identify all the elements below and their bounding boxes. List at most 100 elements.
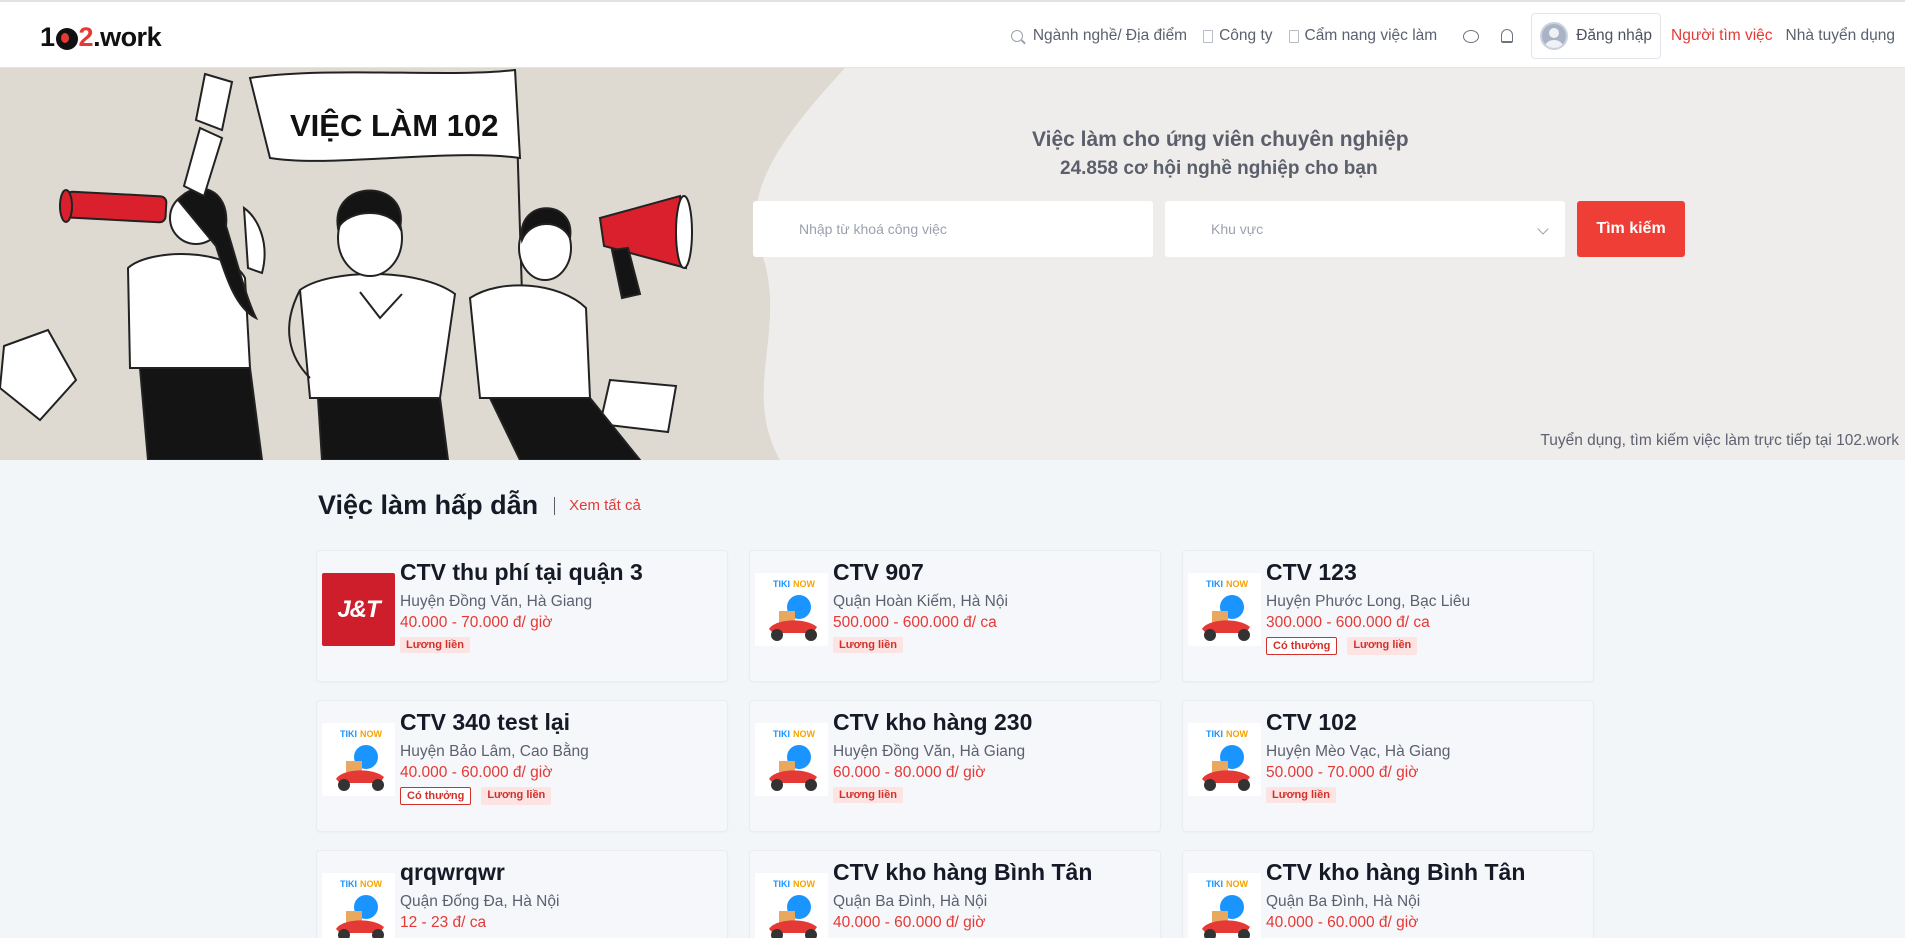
job-title[interactable]: CTV 340 test lại <box>400 709 570 736</box>
job-title[interactable]: CTV 102 <box>1266 709 1357 736</box>
job-tags: Lương liền <box>833 637 903 653</box>
svg-text:NOW: NOW <box>793 879 816 889</box>
tikinow-logo-icon: TIKI NOW <box>322 873 395 938</box>
job-card[interactable]: TIKI NOW qrqwrqwr Quận Đống Đa, Hà Nội 12 - … <box>316 850 728 938</box>
nav-handbook-label: Cẩm nang việc làm <box>1304 27 1438 44</box>
area-select-placeholder: Khu vực <box>1211 221 1264 237</box>
job-salary: 60.000 - 80.000 đ/ giờ <box>833 764 986 781</box>
job-title[interactable]: CTV kho hàng Bình Tân <box>833 859 1092 886</box>
svg-text:NOW: NOW <box>360 879 383 889</box>
tikinow-logo-icon: TIKI NOW <box>322 723 395 796</box>
job-salary: 12 - 23 đ/ ca <box>400 914 487 931</box>
document-icon <box>1288 29 1299 43</box>
hero-illustration: VIỆC LÀM 102 <box>0 68 845 460</box>
hero-subtitle: 24.858 cơ hội nghề nghiệp cho bạn <box>1060 158 1378 179</box>
job-location: Huyện Bảo Lâm, Cao Bằng <box>400 743 589 760</box>
svg-text:TIKI: TIKI <box>1206 879 1223 889</box>
job-salary: 40.000 - 70.000 đ/ giờ <box>400 614 553 631</box>
job-tags: Lương liền <box>1266 787 1336 803</box>
tikinow-logo-icon: TIKI NOW <box>1188 723 1261 796</box>
job-card[interactable]: TIKI NOW CTV kho hàng 230 Huyện Đồng Văn, H… <box>749 700 1161 832</box>
employer-label: Nhà tuyển dụng <box>1785 27 1895 44</box>
job-tag-badge: Lương liền <box>481 787 552 805</box>
job-title[interactable]: qrqwrqwr <box>400 859 505 886</box>
area-select[interactable]: Khu vực <box>1165 201 1565 257</box>
job-title[interactable]: CTV kho hàng Bình Tân <box>1266 859 1525 886</box>
job-location: Huyện Phước Long, Bạc Liêu <box>1266 593 1471 610</box>
avatar-icon <box>1540 22 1569 50</box>
job-tag-badge: Lương liền <box>400 637 470 653</box>
featured-jobs-header: Việc làm hấp dẫn Xem tất cả <box>318 490 641 521</box>
top-navbar: 1 2 .work Ngành nghề/ Địa điểm Công ty Cẩm… <box>0 0 1905 68</box>
nav-company[interactable]: Công ty <box>1203 27 1273 45</box>
job-card[interactable]: TIKI NOW CTV kho hàng Bình Tân Quận Ba Đình… <box>1182 850 1594 938</box>
job-tags: Có thưởng Lương liền <box>400 787 552 805</box>
job-title[interactable]: CTV 123 <box>1266 559 1357 586</box>
nav-employer[interactable]: Nhà tuyển dụng <box>1786 27 1895 45</box>
logo-face-icon <box>55 27 78 50</box>
job-card[interactable]: TIKI NOW CTV 340 test lại Huyện Bảo Lâm, Ca… <box>316 700 728 832</box>
job-tags: Có thưởng Lương liền <box>1266 637 1418 655</box>
login-button[interactable]: Đăng nhập <box>1531 13 1662 59</box>
job-card[interactable]: TIKI NOW CTV 123 Huyện Phước Long, Bạc Liêu… <box>1182 550 1594 682</box>
notification-button[interactable] <box>1501 29 1514 43</box>
section-title: Việc làm hấp dẫn <box>318 490 539 520</box>
job-salary: 40.000 - 60.000 đ/ giờ <box>833 914 986 931</box>
tikinow-logo-icon: TIKI NOW <box>755 873 828 938</box>
svg-text:NOW: NOW <box>1226 879 1249 889</box>
nav-handbook[interactable]: Cẩm nang việc làm <box>1288 27 1438 45</box>
divider <box>554 496 556 515</box>
document-icon <box>1203 29 1214 43</box>
nav-company-label: Công ty <box>1219 27 1273 44</box>
job-card[interactable]: TIKI NOW CTV 907 Quận Hoàn Kiếm, Hà Nội 500.… <box>749 550 1161 682</box>
job-location: Huyện Đồng Văn, Hà Giang <box>833 743 1026 760</box>
job-salary: 40.000 - 60.000 đ/ giờ <box>400 764 553 781</box>
job-tag-badge: Có thưởng <box>400 787 472 805</box>
tikinow-logo-icon: TIKI NOW <box>755 573 828 646</box>
search-icon <box>1010 30 1023 42</box>
nav-job-seeker[interactable]: Người tìm việc <box>1671 27 1773 45</box>
job-location: Quận Hoàn Kiếm, Hà Nội <box>833 593 1008 610</box>
job-title[interactable]: CTV 907 <box>833 559 924 586</box>
logo-digit-two: 2 <box>78 22 94 52</box>
job-salary: 300.000 - 600.000 đ/ ca <box>1266 614 1430 631</box>
job-location: Huyện Đồng Văn, Hà Giang <box>400 593 593 610</box>
tikinow-logo-icon: TIKI NOW <box>1188 873 1261 938</box>
search-button[interactable]: Tìm kiếm <box>1577 201 1685 257</box>
job-tag-badge: Lương liền <box>833 787 903 803</box>
hero-title: Việc làm cho ứng viên chuyên nghiệp <box>1032 128 1409 151</box>
svg-text:TIKI: TIKI <box>773 729 790 739</box>
job-tag-badge: Lương liền <box>1347 637 1418 655</box>
hero-banner: VIỆC LÀM 102 Việc làm cho ứng viên chuyê… <box>0 68 1905 460</box>
banner-text: VIỆC LÀM 102 <box>290 107 498 143</box>
logo-digit-one: 1 <box>40 22 55 52</box>
job-location: Quận Đống Đa, Hà Nội <box>400 893 560 910</box>
job-location: Huyện Mèo Vạc, Hà Giang <box>1266 743 1451 760</box>
view-all-link[interactable]: Xem tất cả <box>569 497 641 514</box>
job-title[interactable]: CTV thu phí tại quận 3 <box>400 559 643 586</box>
job-title[interactable]: CTV kho hàng 230 <box>833 709 1032 736</box>
job-tag-badge: Có thưởng <box>1266 637 1338 655</box>
job-tags: Lương liền <box>400 637 470 653</box>
job-salary: 500.000 - 600.000 đ/ ca <box>833 614 997 631</box>
chevron-down-icon <box>1537 223 1549 235</box>
svg-text:TIKI: TIKI <box>1206 729 1223 739</box>
chat-button[interactable] <box>1463 29 1480 43</box>
svg-text:TIKI: TIKI <box>773 879 790 889</box>
job-tag-badge: Lương liền <box>833 637 903 653</box>
site-logo[interactable]: 1 2 .work <box>40 22 162 53</box>
jt-logo-icon: J&T <box>322 573 395 646</box>
job-tags: Lương liền <box>833 787 903 803</box>
job-card[interactable]: TIKI NOW CTV 102 Huyện Mèo Vạc, Hà Giang 50.… <box>1182 700 1594 832</box>
nav-job-location-search[interactable]: Ngành nghề/ Địa điểm <box>1010 27 1187 45</box>
svg-text:NOW: NOW <box>360 729 383 739</box>
svg-text:NOW: NOW <box>1226 729 1249 739</box>
job-card[interactable]: J&T CTV thu phí tại quận 3 Huyện Đồng Văn,… <box>316 550 728 682</box>
svg-text:TIKI: TIKI <box>340 879 357 889</box>
job-salary: 50.000 - 70.000 đ/ giờ <box>1266 764 1419 781</box>
tikinow-logo-icon: TIKI NOW <box>1188 573 1261 646</box>
keyword-search-input[interactable] <box>753 201 1153 257</box>
job-card[interactable]: TIKI NOW CTV kho hàng Bình Tân Quận Ba Đình… <box>749 850 1161 938</box>
svg-text:NOW: NOW <box>793 579 816 589</box>
svg-text:NOW: NOW <box>1226 579 1249 589</box>
